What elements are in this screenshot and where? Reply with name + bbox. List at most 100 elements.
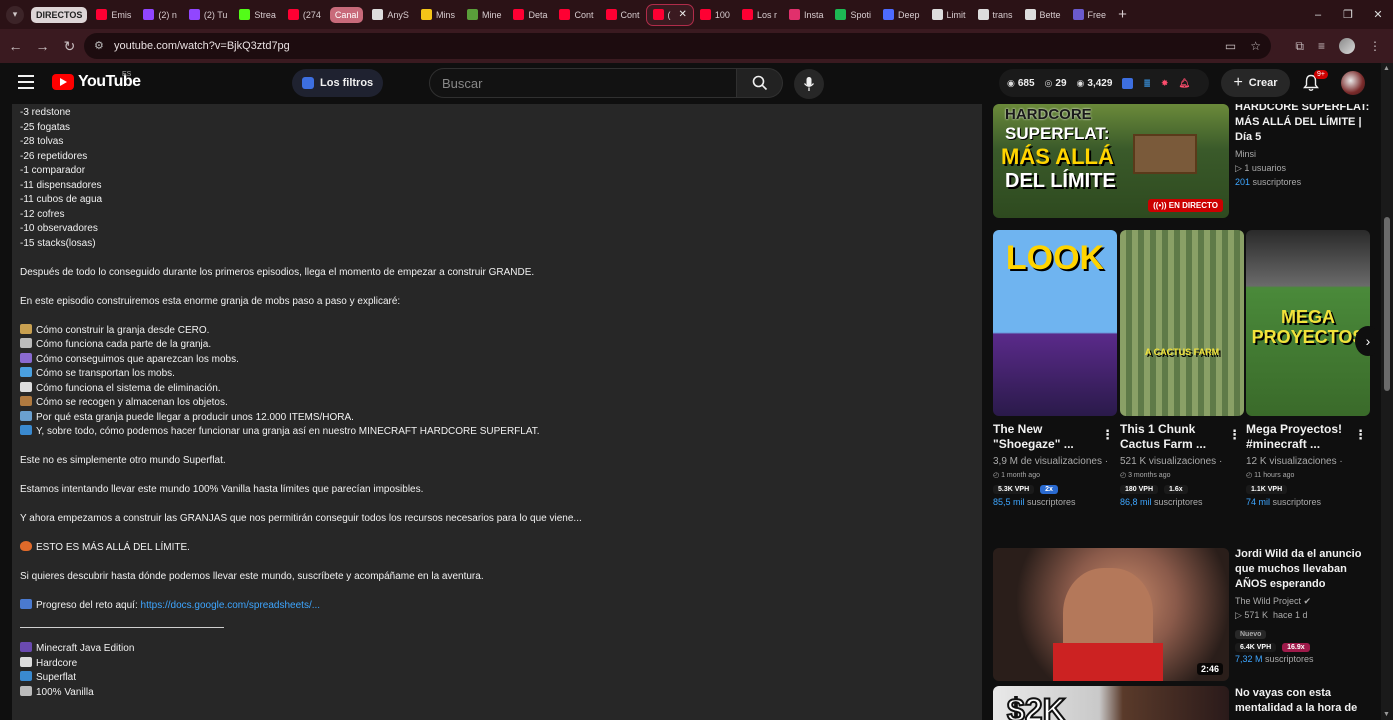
- filters-button[interactable]: Los filtros: [292, 69, 384, 97]
- stat-live-value: 29: [1055, 77, 1067, 89]
- extensions-icon[interactable]: ⧉: [1295, 39, 1304, 54]
- tab-close-icon[interactable]: ✕: [679, 9, 687, 20]
- browser-tab[interactable]: Deta: [507, 4, 553, 26]
- profile-avatar[interactable]: [1339, 38, 1355, 54]
- url-text[interactable]: youtube.com/watch?v=BjkQ3ztd7pg: [114, 40, 290, 52]
- guide-menu-icon[interactable]: [18, 75, 34, 89]
- browser-tab[interactable]: Bette: [1019, 4, 1067, 26]
- material-item: -11 dispensadores: [20, 179, 102, 191]
- browser-tab[interactable]: Free: [1067, 4, 1113, 26]
- browser-tab[interactable]: (2) Tu: [183, 4, 234, 26]
- stat-watchers-value: 3,429: [1087, 77, 1113, 89]
- material-item: -26 repetidores: [20, 150, 88, 162]
- channel-stats-widget[interactable]: ◉ 685 ◎ 29 ◉ 3,429 ≣ ✸ 🔔︎: [999, 69, 1209, 97]
- browser-tab[interactable]: trans: [972, 4, 1019, 26]
- video-info: No vayas con esta mentalidad a la hora d…: [1235, 686, 1375, 716]
- maximize-icon[interactable]: ❐: [1333, 0, 1363, 29]
- browser-menu-icon[interactable]: ⋮: [1369, 39, 1381, 53]
- browser-tab[interactable]: Limit: [926, 4, 972, 26]
- browser-toolbar: ← → ↻ ⚙ youtube.com/watch?v=BjkQ3ztd7pg …: [0, 29, 1393, 63]
- short-title[interactable]: The New "Shoegaze" ...: [993, 422, 1093, 452]
- browser-tab[interactable]: Mine: [461, 4, 508, 26]
- video-title[interactable]: Jordi Wild da el anuncio que muchos llev…: [1235, 547, 1375, 592]
- account-avatar[interactable]: [1341, 71, 1365, 95]
- short-thumbnail[interactable]: A CACTUS FARM: [1120, 230, 1244, 416]
- thumbnail-text: LOOK: [1005, 239, 1105, 277]
- subscriber-word: suscriptores: [1265, 654, 1314, 664]
- site-info-icon[interactable]: ⚙: [94, 39, 108, 53]
- browser-tab[interactable]: (✕: [645, 3, 694, 26]
- forward-icon[interactable]: →: [29, 38, 56, 54]
- browser-tab[interactable]: Cont: [553, 4, 599, 26]
- browser-tab[interactable]: Cont: [600, 4, 646, 26]
- browser-tab[interactable]: Los r: [736, 4, 783, 26]
- scroll-up-icon[interactable]: ▲: [1383, 65, 1390, 72]
- browser-tab[interactable]: Strea: [233, 4, 282, 26]
- address-bar[interactable]: ⚙ youtube.com/watch?v=BjkQ3ztd7pg ▭ ☆: [84, 33, 1271, 59]
- browser-tab[interactable]: AnyS: [366, 4, 415, 26]
- media-controls-icon[interactable]: ≡: [1318, 39, 1325, 53]
- tab-favicon-icon: [143, 9, 155, 20]
- page-scrollbar[interactable]: ▲ ▼: [1381, 63, 1393, 720]
- short-thumbnail[interactable]: LOOK: [993, 230, 1117, 416]
- minimize-icon[interactable]: –: [1303, 0, 1333, 29]
- more-options-icon[interactable]: ⋮: [1101, 428, 1114, 441]
- progress-link[interactable]: https://docs.google.com/spreadsheets/...: [141, 600, 321, 611]
- scrollbar-thumb[interactable]: [1384, 217, 1390, 391]
- browser-tab[interactable]: (2) n: [137, 4, 183, 26]
- fire-icon: [20, 541, 32, 551]
- more-options-icon[interactable]: ⋮: [1354, 428, 1367, 441]
- search-input[interactable]: Buscar: [429, 68, 737, 98]
- browser-tab[interactable]: Spoti: [829, 4, 877, 26]
- browser-tab[interactable]: 100: [694, 4, 736, 26]
- alert-icon[interactable]: ✸: [1161, 78, 1169, 89]
- browser-tab[interactable]: (274: [282, 4, 327, 26]
- browser-tab[interactable]: Canal: [329, 6, 364, 23]
- browser-tab[interactable]: DIRECTOS: [31, 6, 88, 23]
- video-thumbnail[interactable]: $2K: [993, 686, 1229, 720]
- short-thumbnail[interactable]: MEGA PROYECTOS: [1246, 230, 1370, 416]
- browser-tab[interactable]: Insta: [783, 4, 830, 26]
- bullet-item: Hardcore: [20, 656, 974, 672]
- back-icon[interactable]: ←: [2, 38, 29, 54]
- tab-label: Cont: [574, 9, 594, 20]
- video-thumbnail[interactable]: 2:46: [993, 548, 1229, 681]
- new-tab-button[interactable]: +: [1118, 6, 1127, 23]
- extension-icon[interactable]: [1122, 77, 1134, 89]
- scroll-down-icon[interactable]: ▼: [1383, 711, 1390, 718]
- browser-tab[interactable]: Emis: [90, 4, 137, 26]
- channel-name[interactable]: Minsi: [1235, 147, 1375, 161]
- materials-list: -3 redstone -25 fogatas -28 tolvas -26 repe…: [20, 106, 974, 251]
- close-window-icon[interactable]: ✕: [1363, 0, 1393, 29]
- tab-search-icon[interactable]: ▾: [6, 5, 24, 24]
- youtube-logo[interactable]: YouTube ES: [52, 71, 141, 91]
- bullet-item: Cómo construir la granja desde CERO.: [20, 323, 974, 339]
- short-title[interactable]: Mega Proyectos! #minecraft ...: [1246, 422, 1346, 452]
- video-title[interactable]: HARDCORE SUPERFLAT: MÁS ALLÁ DEL LÍMITE …: [1235, 104, 1375, 145]
- video-age-row: ◴ 3 months ago: [1120, 469, 1242, 483]
- tab-label: Strea: [254, 9, 276, 20]
- video-title[interactable]: No vayas con esta mentalidad a la hora d…: [1235, 686, 1375, 716]
- browser-tab[interactable]: Deep: [877, 4, 926, 26]
- more-options-icon[interactable]: ⋮: [1228, 428, 1241, 441]
- shirt-graphic: [1053, 643, 1163, 681]
- chart-icon[interactable]: ≣: [1143, 78, 1151, 89]
- browser-tab[interactable]: Mins: [415, 4, 461, 26]
- short-title[interactable]: This 1 Chunk Cactus Farm ...: [1120, 422, 1220, 452]
- bell-small-icon[interactable]: 🔔︎: [1179, 78, 1190, 89]
- tab-label: (2) n: [158, 9, 177, 20]
- create-button[interactable]: + Crear: [1221, 69, 1290, 97]
- carousel-next-button[interactable]: ›: [1355, 326, 1381, 356]
- bookmark-star-icon[interactable]: ☆: [1250, 39, 1261, 53]
- notifications-button[interactable]: 9+: [1300, 70, 1328, 94]
- reload-icon[interactable]: ↻: [56, 38, 83, 55]
- search-button[interactable]: [737, 68, 783, 98]
- channel-name[interactable]: The Wild Project ✔: [1235, 594, 1375, 608]
- emoji-icon: [20, 685, 32, 696]
- voice-search-button[interactable]: [794, 69, 824, 99]
- live-video-thumbnail[interactable]: HARDCORE SUPERFLAT: MÁS ALLÁ DEL LÍMITE …: [993, 104, 1229, 218]
- cast-icon[interactable]: ▭: [1225, 39, 1236, 53]
- subscriber-word: suscriptores: [1252, 177, 1302, 187]
